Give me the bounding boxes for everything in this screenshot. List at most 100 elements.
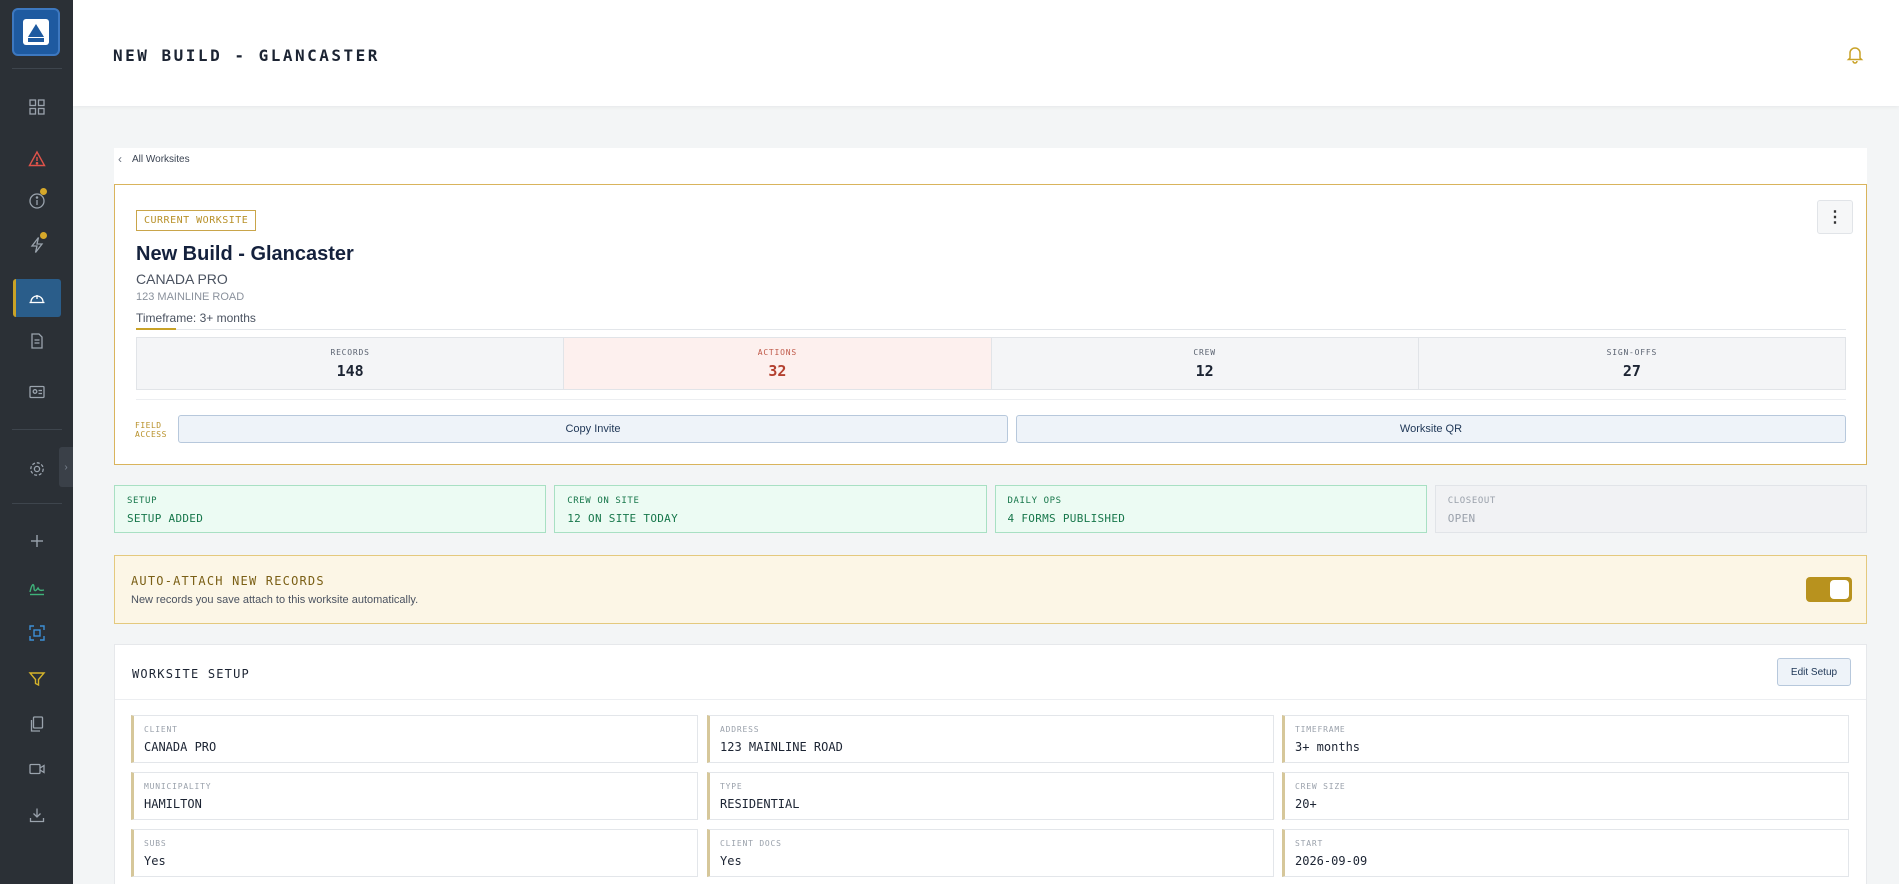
- worksite-timeframe: Timeframe: 3+ months: [136, 311, 256, 325]
- field-value: RESIDENTIAL: [720, 797, 800, 811]
- field-value: HAMILTON: [144, 797, 202, 811]
- step-setup[interactable]: SETUP SETUP ADDED: [114, 485, 547, 533]
- stats-row: RECORDS 148 ACTIONS 32 CREW 12 SIGN-OFFS…: [136, 337, 1846, 390]
- worksite-client: CANADA PRO: [136, 271, 228, 287]
- step-value: 12 ON SITE TODAY: [567, 512, 679, 525]
- stat-label: RECORDS: [330, 347, 370, 357]
- sidebar-divider: [12, 429, 62, 430]
- stat-crew[interactable]: CREW 12: [991, 338, 1419, 389]
- stat-value: 32: [768, 361, 787, 380]
- stat-label: CREW: [1193, 347, 1216, 357]
- step-label: CREW ON SITE: [567, 496, 640, 506]
- signature-icon[interactable]: [0, 573, 73, 603]
- field-client-docs: CLIENT DOCS Yes: [707, 829, 1274, 877]
- stat-actions[interactable]: ACTIONS 32: [564, 338, 992, 389]
- field-label: CLIENT: [144, 725, 178, 734]
- field-timeframe: TIMEFRAME 3+ months: [1282, 715, 1849, 763]
- video-icon[interactable]: [0, 754, 73, 784]
- document-icon[interactable]: [0, 326, 73, 356]
- step-label: DAILY OPS: [1007, 496, 1062, 506]
- lightning-icon[interactable]: [0, 230, 73, 260]
- sidebar: ›: [0, 0, 73, 884]
- field-access-label-line: FIELD: [135, 421, 162, 430]
- alert-triangle-icon[interactable]: [0, 144, 73, 174]
- stat-label: ACTIONS: [757, 347, 798, 357]
- stat-records[interactable]: RECORDS 148: [137, 338, 565, 389]
- worksite-address: 123 MAINLINE ROAD: [136, 291, 245, 303]
- field-crew-size: CREW SIZE 20+: [1282, 772, 1849, 820]
- field-value: 20+: [1295, 797, 1317, 811]
- field-label: CREW SIZE: [1295, 782, 1346, 791]
- step-label: SETUP: [127, 496, 158, 506]
- divider: [136, 399, 1846, 400]
- page-title: NEW BUILD - GLANCASTER: [113, 46, 380, 65]
- field-label: TIMEFRAME: [1295, 725, 1346, 734]
- sidebar-divider: [12, 68, 62, 69]
- id-card-icon[interactable]: [0, 377, 73, 407]
- auto-attach-panel: AUTO-ATTACH NEW RECORDS New records you …: [114, 555, 1867, 624]
- worksite-setup-card: WORKSITE SETUP Edit Setup CLIENT CANADA …: [114, 644, 1867, 884]
- timeframe-track: [136, 329, 1846, 330]
- chevron-left-icon: ‹: [118, 152, 122, 166]
- copy-invite-button[interactable]: Copy Invite: [178, 415, 1008, 443]
- sidebar-collapse-handle[interactable]: ›: [59, 447, 73, 487]
- field-client: CLIENT CANADA PRO: [131, 715, 698, 763]
- stat-value: 12: [1195, 361, 1214, 380]
- top-header: NEW BUILD - GLANCASTER: [73, 0, 1899, 106]
- field-value: 3+ months: [1295, 740, 1361, 754]
- field-access-label-line: ACCESS: [135, 430, 167, 439]
- dashboard-icon[interactable]: [0, 92, 73, 122]
- step-closeout[interactable]: CLOSEOUT OPEN: [1434, 485, 1867, 533]
- stat-value: 27: [1622, 361, 1641, 380]
- field-type: TYPE RESIDENTIAL: [707, 772, 1274, 820]
- field-label: START: [1295, 839, 1324, 848]
- info-icon[interactable]: [0, 186, 73, 216]
- stat-sign-offs[interactable]: SIGN-OFFS 27: [1418, 338, 1845, 389]
- field-municipality: MUNICIPALITY HAMILTON: [131, 772, 698, 820]
- worksite-progress-steps: SETUP SETUP ADDED CREW ON SITE 12 ON SIT…: [114, 485, 1867, 533]
- field-start: START 2026-09-09: [1282, 829, 1849, 877]
- current-worksite-badge: CURRENT WORKSITE: [136, 210, 257, 231]
- toggle-knob: [1830, 580, 1849, 599]
- worksite-name: New Build - Glancaster: [136, 243, 354, 265]
- field-value: 2026-09-09: [1295, 854, 1368, 868]
- timeframe-progress: [136, 328, 176, 330]
- divider: [115, 699, 1866, 700]
- step-crew-on-site[interactable]: CREW ON SITE 12 ON SITE TODAY: [554, 485, 987, 533]
- bell-icon[interactable]: [1845, 44, 1865, 64]
- field-value: CANADA PRO: [144, 740, 217, 754]
- breadcrumb-bar: ‹ All Worksites: [114, 148, 1867, 184]
- notification-dot: [40, 232, 47, 239]
- stat-label: SIGN-OFFS: [1606, 347, 1658, 357]
- field-label: SUBS: [144, 839, 167, 848]
- filter-icon[interactable]: [0, 664, 73, 694]
- field-subs: SUBS Yes: [131, 829, 698, 877]
- field-address: ADDRESS 123 MAINLINE ROAD: [707, 715, 1274, 763]
- logo-icon: [23, 19, 49, 45]
- step-value: OPEN: [1447, 512, 1476, 525]
- worksite-setup-title: WORKSITE SETUP: [132, 667, 250, 681]
- more-options-button[interactable]: ⋮: [1817, 200, 1853, 234]
- worksite-qr-button[interactable]: Worksite QR: [1016, 415, 1846, 443]
- auto-attach-description: New records you save attach to this work…: [131, 594, 419, 606]
- app-logo[interactable]: [12, 8, 60, 56]
- download-icon[interactable]: [0, 800, 73, 830]
- field-label: ADDRESS: [720, 725, 760, 734]
- notification-dot: [40, 188, 47, 195]
- auto-attach-toggle[interactable]: [1806, 577, 1852, 602]
- field-value: Yes: [720, 854, 742, 868]
- scan-icon[interactable]: [0, 618, 73, 648]
- sidebar-divider: [12, 503, 62, 504]
- step-daily-ops[interactable]: DAILY OPS 4 FORMS PUBLISHED: [994, 485, 1427, 533]
- breadcrumb-label: All Worksites: [132, 153, 190, 165]
- hard-hat-icon[interactable]: [0, 283, 73, 313]
- copy-icon[interactable]: [0, 709, 73, 739]
- more-vertical-icon: ⋮: [1827, 209, 1843, 226]
- auto-attach-title: AUTO-ATTACH NEW RECORDS: [131, 574, 325, 588]
- plus-icon[interactable]: [0, 526, 73, 556]
- edit-setup-button[interactable]: Edit Setup: [1777, 658, 1851, 686]
- field-value: Yes: [144, 854, 166, 868]
- current-worksite-card: CURRENT WORKSITE ⋮ New Build - Glancaste…: [114, 184, 1867, 465]
- breadcrumb-back-link[interactable]: ‹ All Worksites: [118, 150, 190, 168]
- field-access-label: FIELD ACCESS: [135, 421, 167, 439]
